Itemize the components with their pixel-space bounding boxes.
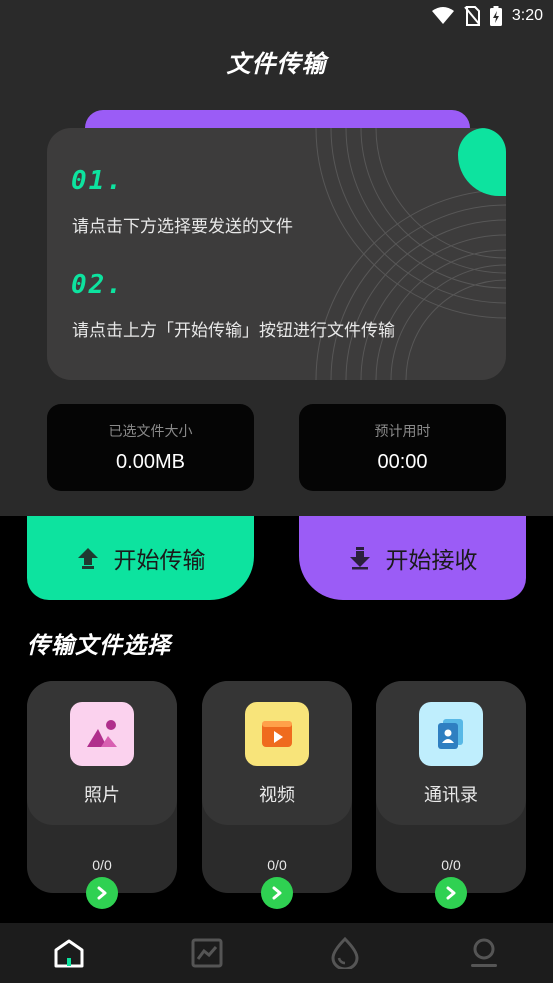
page-title: 文件传输 [226,50,327,78]
tile-contacts[interactable]: 通讯录 0/0 [376,681,526,909]
upload-arrow-icon [77,548,98,569]
tile-videos[interactable]: 视频 0/0 [202,681,352,909]
tile-contacts-top: 通讯录 [376,681,526,825]
battery-charging-icon [489,6,502,26]
tile-contacts-count: 0/0 [441,857,461,873]
selected-size-value: 0.00MB [116,451,185,473]
chevron-right-icon[interactable] [261,877,293,909]
drop-icon [331,937,359,969]
tile-contacts-name: 通讯录 [424,785,478,806]
step-number-2: 02. [71,270,124,300]
status-bar: 3:20 [431,6,543,26]
step-text-2: 请点击上方「开始传输」按钮进行文件传输 [72,321,395,341]
selected-size-card: 已选文件大小 0.00MB [47,404,254,491]
tile-videos-top: 视频 [202,681,352,825]
start-receive-label: 开始接收 [385,548,478,574]
estimated-time-value: 00:00 [377,451,428,473]
contacts-icon [419,702,483,766]
photo-icon [70,702,134,766]
home-icon [54,939,84,968]
wifi-icon [431,7,454,24]
section-title: 传输文件选择 [27,633,171,659]
chevron-right-icon[interactable] [86,877,118,909]
chevron-right-icon[interactable] [435,877,467,909]
tile-photos-top: 照片 [27,681,177,825]
download-arrow-icon [349,547,370,570]
estimated-time-label: 预计用时 [374,424,431,440]
status-time: 3:20 [511,7,543,24]
top-panel: 3:20 文件传输 01. 请点击下方选择要发送的文件 02. 请点击上方「开始… [0,0,553,516]
estimated-time-card: 预计用时 00:00 [299,404,506,491]
nav-profile[interactable] [466,935,502,971]
selected-size-label: 已选文件大小 [108,424,193,440]
tile-photos-count: 0/0 [92,857,112,873]
no-sim-icon [464,6,480,26]
start-send-label: 开始传输 [113,548,206,574]
guide-card: 01. 请点击下方选择要发送的文件 02. 请点击上方「开始传输」按钮进行文件传… [47,128,506,380]
tile-photos-name: 照片 [84,785,120,806]
profile-icon [471,938,497,967]
start-send-button[interactable]: 开始传输 [27,516,254,600]
step-text-1: 请点击下方选择要发送的文件 [72,217,293,237]
tile-photos[interactable]: 照片 0/0 [27,681,177,909]
nav-clean[interactable] [327,935,363,971]
start-receive-button[interactable]: 开始接收 [299,516,526,600]
tile-videos-count: 0/0 [267,857,287,873]
tile-videos-name: 视频 [259,785,295,806]
chart-icon [191,938,223,968]
step-number-1: 01. [71,166,124,196]
bottom-nav [0,923,553,983]
nav-home[interactable] [51,935,87,971]
nav-stats[interactable] [189,935,225,971]
video-icon [245,702,309,766]
